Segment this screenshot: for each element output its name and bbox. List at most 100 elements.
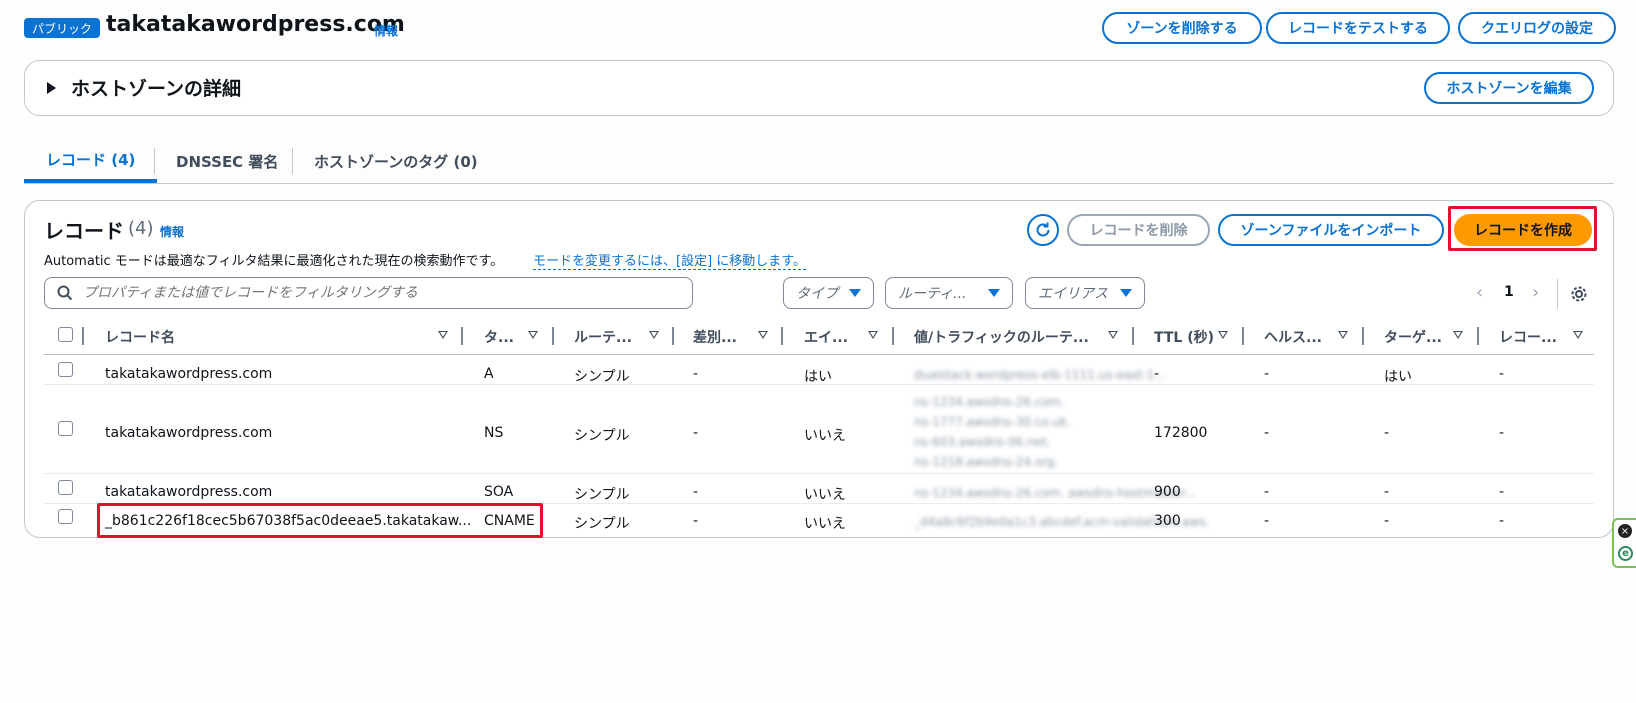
- sort-icon[interactable]: [758, 331, 768, 339]
- col-target[interactable]: ターゲ...: [1384, 325, 1442, 349]
- select-all-checkbox[interactable]: [58, 327, 73, 342]
- record-routing: シンプル: [574, 428, 630, 444]
- sort-icon[interactable]: [1108, 331, 1118, 339]
- record-type: SOA: [484, 484, 514, 500]
- sort-icon[interactable]: [1338, 331, 1348, 339]
- record-value: dualstack.wordpress-elb-1111.us-east-1..…: [914, 368, 1166, 382]
- col-health[interactable]: ヘルス...: [1264, 325, 1322, 349]
- column-divider: [892, 327, 894, 345]
- record-name[interactable]: takatakawordpress.com: [105, 366, 272, 382]
- column-divider: [1362, 327, 1364, 345]
- details-title[interactable]: ホストゾーンの詳細: [71, 74, 241, 101]
- column-divider: [1242, 327, 1244, 345]
- record-target: はい: [1384, 369, 1412, 385]
- sort-icon[interactable]: [438, 331, 448, 339]
- tab-dnssec[interactable]: DNSSEC 署名: [154, 140, 300, 183]
- mode-settings-link[interactable]: モードを変更するには、[設定] に移動します。: [533, 250, 806, 270]
- close-icon[interactable]: ×: [1618, 524, 1632, 538]
- routing-filter[interactable]: ルーティ...: [885, 277, 1013, 309]
- col-alias[interactable]: エイ...: [804, 325, 848, 349]
- record-type: A: [484, 366, 494, 382]
- record-ttl: 300: [1154, 513, 1181, 529]
- row-checkbox[interactable]: [58, 421, 73, 436]
- side-extension-widget[interactable]: × e: [1612, 518, 1636, 568]
- col-record-name[interactable]: レコード名: [105, 325, 175, 349]
- col-differentiator[interactable]: 差別...: [693, 325, 737, 349]
- record-differentiator: -: [693, 484, 699, 500]
- test-record-button[interactable]: レコードをテストする: [1266, 12, 1450, 44]
- sort-icon[interactable]: [1218, 331, 1228, 339]
- pagination-divider: [1557, 279, 1558, 309]
- column-divider: [1132, 327, 1134, 345]
- records-count: (4): [128, 218, 154, 239]
- hosted-zone-details-panel: ホストゾーンの詳細 ホストゾーンを編集: [24, 60, 1614, 116]
- record-id: -: [1499, 484, 1505, 500]
- record-ttl: -: [1154, 366, 1160, 382]
- query-log-button[interactable]: クエリログの設定: [1458, 12, 1616, 44]
- type-filter[interactable]: タイプ: [783, 277, 874, 309]
- tab-records[interactable]: レコード (4): [24, 140, 158, 183]
- row-checkbox[interactable]: [58, 362, 73, 377]
- type-filter-label: タイプ: [796, 286, 838, 302]
- create-record-button[interactable]: レコードを作成: [1454, 214, 1592, 246]
- chevron-left-icon[interactable]: ‹: [1476, 282, 1483, 303]
- record-differentiator: -: [693, 425, 699, 441]
- sort-icon[interactable]: [868, 331, 878, 339]
- record-routing: シンプル: [574, 487, 630, 503]
- row-checkbox[interactable]: [58, 480, 73, 495]
- col-record-id[interactable]: レコー...: [1499, 325, 1557, 349]
- record-ttl: 900: [1154, 484, 1181, 500]
- sort-icon[interactable]: [1453, 331, 1463, 339]
- sort-icon[interactable]: [528, 331, 538, 339]
- caret-right-icon[interactable]: [47, 82, 56, 94]
- record-routing: シンプル: [574, 369, 630, 385]
- tab-bar: レコード (4) DNSSEC 署名 ホストゾーンのタグ (0): [24, 140, 1614, 184]
- extension-icon[interactable]: e: [1618, 546, 1633, 561]
- search-box[interactable]: [44, 277, 693, 309]
- caret-down-icon: [1120, 289, 1132, 297]
- page-number[interactable]: 1: [1504, 284, 1514, 300]
- records-title: レコード: [44, 219, 124, 243]
- record-health: -: [1264, 513, 1270, 529]
- column-divider: [461, 327, 463, 345]
- alias-filter[interactable]: エイリアス: [1025, 277, 1145, 309]
- record-id: -: [1499, 366, 1505, 382]
- row-checkbox[interactable]: [58, 509, 73, 524]
- col-type[interactable]: タ...: [484, 325, 514, 349]
- record-name[interactable]: _b861c226f18cec5b67038f5ac0deeae5.takata…: [105, 513, 471, 529]
- delete-zone-button[interactable]: ゾーンを削除する: [1102, 12, 1262, 44]
- tab-tags[interactable]: ホストゾーンのタグ (0): [292, 140, 500, 183]
- refresh-button[interactable]: [1027, 214, 1059, 246]
- column-divider: [781, 327, 783, 345]
- sort-icon[interactable]: [1573, 331, 1583, 339]
- settings-icon[interactable]: [1570, 285, 1588, 303]
- edit-hosted-zone-button[interactable]: ホストゾーンを編集: [1424, 72, 1594, 104]
- record-health: -: [1264, 425, 1270, 441]
- record-health: -: [1264, 366, 1270, 382]
- col-value[interactable]: 値/トラフィックのルーテ...: [914, 325, 1089, 349]
- record-alias: いいえ: [804, 516, 846, 532]
- record-health: -: [1264, 484, 1270, 500]
- chevron-right-icon[interactable]: ›: [1532, 282, 1539, 303]
- record-value: ns-603.awsdns-06.net.: [914, 435, 1051, 449]
- record-target: -: [1384, 484, 1390, 500]
- import-zone-file-button[interactable]: ゾーンファイルをインポート: [1218, 214, 1444, 246]
- col-ttl[interactable]: TTL (秒): [1154, 325, 1214, 349]
- record-target: -: [1384, 425, 1390, 441]
- search-icon: [57, 285, 73, 301]
- column-divider: [672, 327, 674, 345]
- record-name[interactable]: takatakawordpress.com: [105, 425, 272, 441]
- search-input[interactable]: [83, 285, 683, 301]
- records-info-link[interactable]: 情報: [160, 223, 184, 240]
- delete-record-button[interactable]: レコードを削除: [1067, 214, 1210, 246]
- column-divider: [82, 327, 84, 345]
- record-differentiator: -: [693, 513, 699, 529]
- record-name[interactable]: takatakawordpress.com: [105, 484, 272, 500]
- col-routing[interactable]: ルーテ...: [574, 325, 632, 349]
- zone-title: takatakawordpress.com: [106, 12, 405, 37]
- zone-info-link[interactable]: 情報: [374, 22, 398, 39]
- header-divider: [44, 354, 1594, 355]
- sort-icon[interactable]: [649, 331, 659, 339]
- column-divider: [1477, 327, 1479, 345]
- record-alias: はい: [804, 369, 832, 385]
